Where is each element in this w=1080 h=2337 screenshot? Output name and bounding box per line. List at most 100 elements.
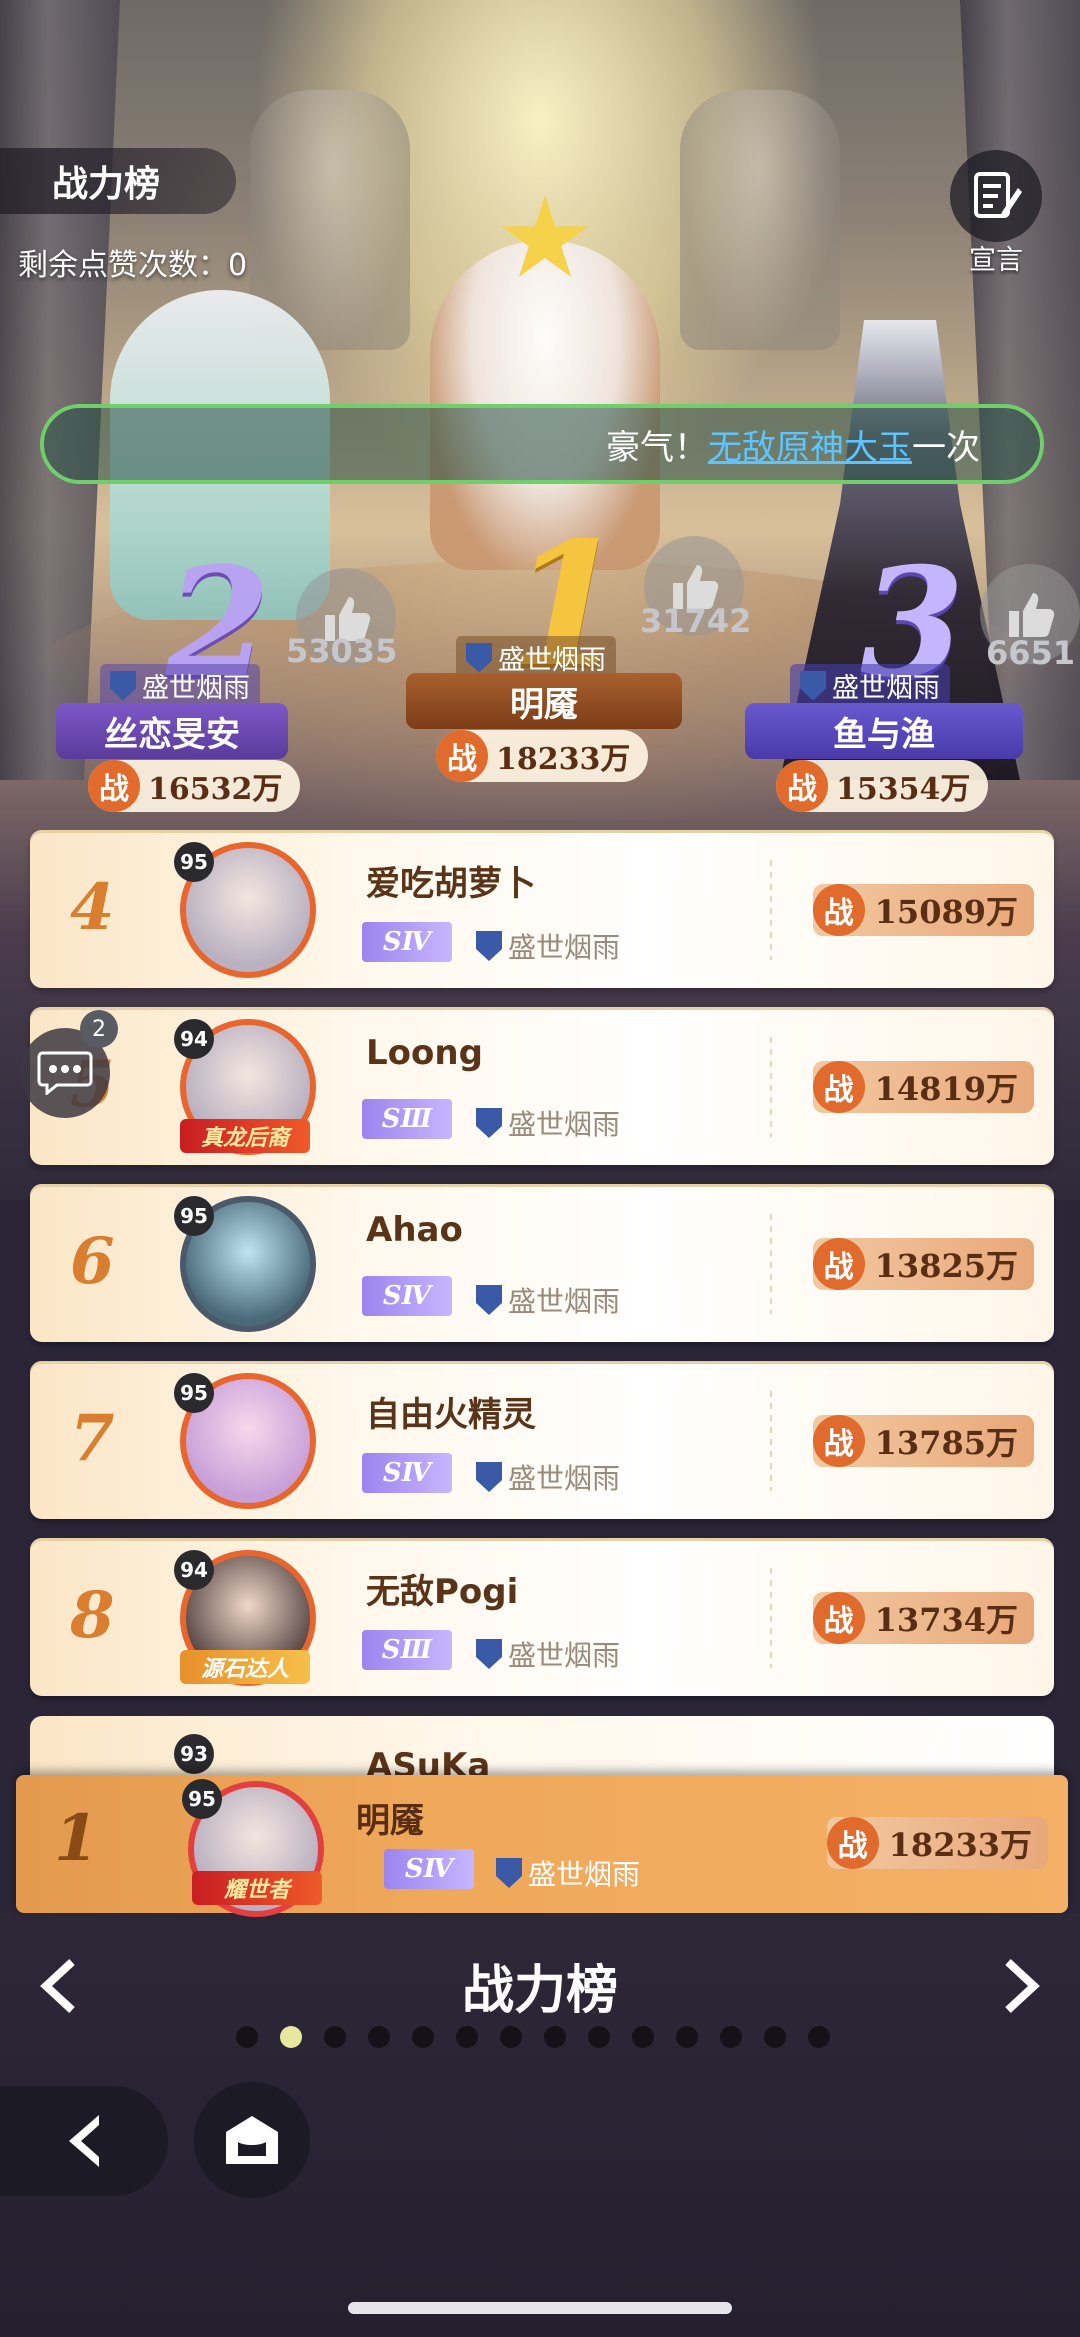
power-value: 14819万 bbox=[874, 1070, 1018, 1108]
guild-tag-rank-3: 盛世烟雨 bbox=[790, 664, 950, 707]
guild-tag-rank-2: 盛世烟雨 bbox=[100, 664, 260, 707]
banner-prefix: 豪气！ bbox=[606, 427, 708, 468]
guild-shield-icon bbox=[476, 1639, 502, 1669]
page-dot bbox=[676, 2026, 698, 2048]
back-arrow-icon bbox=[69, 2115, 99, 2167]
page-dot bbox=[808, 2026, 830, 2048]
page-title: 战力榜 bbox=[0, 148, 236, 214]
power-value: 15089万 bbox=[874, 893, 1018, 931]
page-dot bbox=[544, 2026, 566, 2048]
guild-name: 盛世烟雨 bbox=[142, 673, 250, 704]
back-button[interactable] bbox=[0, 2086, 168, 2196]
player-name: Loong bbox=[366, 1033, 483, 1073]
level-badge: 94 bbox=[174, 1550, 214, 1590]
guild-name: 盛世烟雨 bbox=[508, 931, 621, 964]
edit-note-icon bbox=[950, 150, 1042, 242]
player-name: Ahao bbox=[366, 1210, 463, 1250]
guild-shield-icon bbox=[476, 1462, 502, 1492]
divider bbox=[770, 1391, 772, 1491]
level-badge: 93 bbox=[174, 1734, 214, 1774]
power-icon: 战 bbox=[812, 1415, 865, 1467]
row-rank: 8 bbox=[70, 1578, 115, 1653]
player-name-rank-2[interactable]: 丝恋旻安 bbox=[56, 703, 288, 759]
row-rank: 6 bbox=[70, 1224, 115, 1299]
title-badge: 源石达人 bbox=[180, 1650, 310, 1684]
statue-right bbox=[680, 90, 840, 350]
power-value: 15354万 bbox=[836, 772, 971, 807]
title-badge: 耀世者 bbox=[192, 1871, 322, 1905]
divider bbox=[770, 1214, 772, 1314]
power-rank-1: 战 18233万 bbox=[436, 730, 649, 782]
page-dot bbox=[500, 2026, 522, 2048]
guild-shield-icon bbox=[496, 1858, 522, 1888]
like-count-rank-3: 6651 bbox=[986, 634, 1076, 672]
announcement-banner: 豪气！ 无敌原神大玉 一次 bbox=[40, 404, 1044, 484]
home-button[interactable] bbox=[194, 2082, 310, 2198]
power-display: 战 14819万 bbox=[812, 1061, 1034, 1113]
declaration-button[interactable]: 宣言 bbox=[948, 150, 1044, 276]
level-badge: 95 bbox=[174, 842, 214, 882]
leaderboard-row[interactable]: 8 94 源石达人 无敌Pogi SⅢ 盛世烟雨 战 13734万 bbox=[30, 1538, 1054, 1696]
guild-name: 盛世烟雨 bbox=[498, 645, 606, 676]
leaderboard-row[interactable]: 6 95 Ahao SⅣ 盛世烟雨 战 13825万 bbox=[30, 1184, 1054, 1342]
guild-tag: 盛世烟雨 bbox=[496, 1853, 640, 1893]
next-leaderboard-button[interactable] bbox=[992, 1956, 1052, 2016]
tier-badge: SⅢ bbox=[362, 1099, 452, 1139]
leaderboard-row[interactable]: 7 95 自由火精灵 SⅣ 盛世烟雨 战 13785万 bbox=[30, 1361, 1054, 1519]
guild-tag: 盛世烟雨 bbox=[476, 926, 620, 966]
player-name-rank-1[interactable]: 明魇 bbox=[406, 673, 682, 729]
banner-player-link[interactable]: 无敌原神大玉 bbox=[708, 420, 912, 469]
like-count-rank-1: 31742 bbox=[640, 602, 752, 640]
guild-name: 盛世烟雨 bbox=[528, 1858, 641, 1891]
page-dot bbox=[588, 2026, 610, 2048]
page-dot bbox=[236, 2026, 258, 2048]
power-value: 13734万 bbox=[874, 1601, 1018, 1639]
power-icon: 战 bbox=[812, 1061, 865, 1113]
guild-shield-icon bbox=[110, 670, 136, 701]
power-value: 18233万 bbox=[496, 742, 631, 777]
level-badge: 95 bbox=[174, 1373, 214, 1413]
declaration-label: 宣言 bbox=[969, 245, 1023, 276]
title-badge: 真龙后裔 bbox=[180, 1119, 310, 1153]
player-name: 爱吃胡萝卜 bbox=[366, 864, 536, 904]
guild-name: 盛世烟雨 bbox=[508, 1639, 621, 1672]
leaderboard-name: 战力榜 bbox=[461, 1961, 618, 2021]
page-dot bbox=[280, 2026, 302, 2048]
power-icon: 战 bbox=[812, 1238, 865, 1290]
my-name: 明魇 bbox=[356, 1801, 424, 1841]
power-value: 16532万 bbox=[148, 772, 283, 807]
guild-name: 盛世烟雨 bbox=[508, 1462, 621, 1495]
divider bbox=[770, 860, 772, 960]
power-rank-3: 战 15354万 bbox=[776, 760, 989, 812]
home-indicator bbox=[348, 2302, 732, 2314]
power-icon: 战 bbox=[812, 884, 865, 936]
guild-shield-icon bbox=[476, 1108, 502, 1138]
guild-tag: 盛世烟雨 bbox=[476, 1634, 620, 1674]
home-icon bbox=[226, 2116, 278, 2164]
leaderboard-row[interactable]: 5 94 真龙后裔 Loong SⅢ 盛世烟雨 战14819万 bbox=[30, 1007, 1054, 1165]
likes-remaining: 剩余点赞次数：0 bbox=[18, 248, 248, 283]
banner-suffix: 一次 bbox=[912, 427, 980, 468]
tier-badge: SⅣ bbox=[362, 1453, 452, 1493]
player-name-rank-3[interactable]: 鱼与渔 bbox=[745, 703, 1023, 759]
guild-name: 盛世烟雨 bbox=[508, 1108, 621, 1141]
guild-shield-icon bbox=[800, 670, 826, 701]
page-dot bbox=[412, 2026, 434, 2048]
power-display: 战 13785万 bbox=[812, 1415, 1034, 1467]
divider bbox=[770, 1568, 772, 1668]
leaderboard-row[interactable]: 4 95 爱吃胡萝卜 SⅣ 盛世烟雨 战 15089万 bbox=[30, 830, 1054, 988]
my-rank: 1 bbox=[54, 1801, 99, 1876]
level-badge: 94 bbox=[174, 1019, 214, 1059]
page-dot bbox=[456, 2026, 478, 2048]
player-name: 自由火精灵 bbox=[366, 1395, 536, 1435]
power-icon: 战 bbox=[436, 730, 488, 782]
tier-badge: SⅣ bbox=[362, 1276, 452, 1316]
guild-name: 盛世烟雨 bbox=[832, 673, 940, 704]
row-rank: 7 bbox=[70, 1401, 115, 1476]
chat-icon bbox=[37, 1051, 93, 1095]
page-dot bbox=[368, 2026, 390, 2048]
my-rank-row[interactable]: 1 95 耀世者 明魇 SⅣ 盛世烟雨 战 18233万 bbox=[16, 1775, 1068, 1917]
row-rank: 4 bbox=[70, 870, 115, 945]
tier-badge: SⅢ bbox=[362, 1630, 452, 1670]
like-count-rank-2: 53035 bbox=[286, 632, 398, 670]
